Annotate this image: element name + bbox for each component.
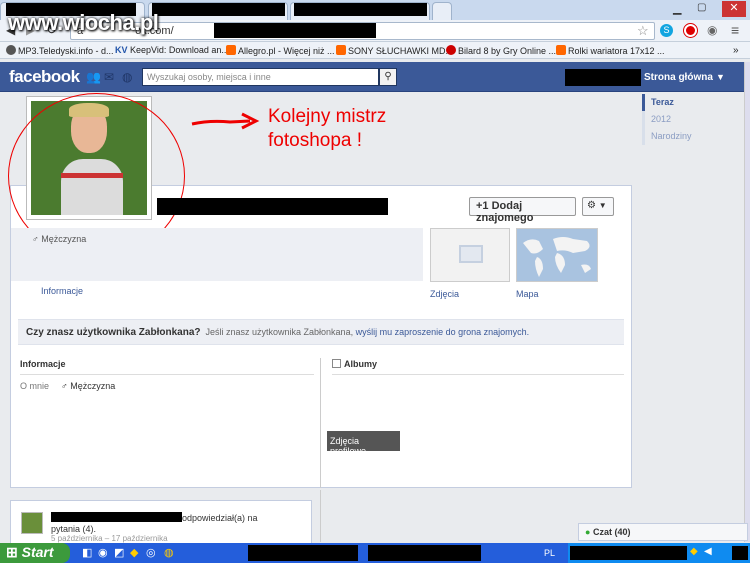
redacted-clock: [732, 546, 748, 560]
quicklaunch-icon[interactable]: ◧: [82, 546, 92, 559]
bookmarks-bar: MP3.Teledyski.info - d... KV KeepVid: Do…: [0, 42, 750, 59]
bookmark-item[interactable]: MP3.Teledyski.info - d...: [6, 45, 114, 56]
settings-gear-button[interactable]: ⚙ ▼: [582, 197, 614, 216]
chat-status-icon: ●: [585, 527, 591, 537]
allegro-icon: [226, 45, 236, 55]
watermark: www.wiocha.pl: [8, 10, 159, 35]
allegro-icon: [336, 45, 346, 55]
info-section-header: Informacje: [20, 359, 314, 375]
annotation-arrow: [191, 112, 260, 130]
new-tab-button[interactable]: [432, 2, 452, 20]
quicklaunch-icon[interactable]: ◆: [130, 546, 138, 559]
timeline-spine: [320, 490, 321, 542]
chrome-icon[interactable]: ◍: [164, 546, 174, 559]
gear-icon: ⚙: [587, 200, 596, 211]
albums-section-header: Albumy: [332, 359, 624, 375]
ball-icon: [446, 45, 456, 55]
photos-icon: [459, 245, 483, 263]
chevron-down-icon: ▼: [598, 201, 607, 210]
about-label: O mnie: [20, 381, 50, 391]
redacted-taskbar-item[interactable]: [248, 545, 358, 561]
music-icon: [6, 45, 16, 55]
info-link[interactable]: Informacje: [41, 286, 83, 296]
know-user-banner: Czy znasz użytkownika Zabłonkana? Jeśli …: [18, 319, 624, 345]
redacted-taskbar-item[interactable]: [368, 545, 481, 561]
post-avatar[interactable]: [21, 512, 43, 534]
redacted-username: [565, 69, 641, 86]
bookmark-item[interactable]: Rolki wariatora 17x12 ...: [556, 45, 665, 56]
tray-icon[interactable]: ◆: [690, 546, 698, 557]
timeline-nav-item[interactable]: Narodziny: [645, 128, 702, 145]
skype-icon[interactable]: S: [660, 24, 673, 37]
messages-icon[interactable]: ✉: [104, 70, 114, 84]
column-divider: [320, 358, 321, 488]
friend-requests-icon[interactable]: 👥: [86, 70, 101, 84]
language-indicator[interactable]: PL: [544, 548, 555, 558]
about-value: ♂ Mężczyzna: [61, 381, 116, 391]
map-link[interactable]: Mapa: [516, 289, 539, 299]
account-menu-icon[interactable]: ▼: [716, 72, 725, 82]
home-link[interactable]: Strona główna: [644, 72, 713, 83]
more-bookmarks-icon[interactable]: »: [733, 45, 739, 56]
chat-button[interactable]: ● Czat (40): [578, 523, 748, 541]
notifications-icon[interactable]: ◍: [122, 70, 132, 84]
post-text: odpowiedział(a) na pytania (4).: [51, 513, 258, 534]
volume-icon[interactable]: ◀: [704, 546, 712, 557]
search-icon[interactable]: ⚲: [379, 68, 397, 86]
gender-text: ♂ Mężczyzna: [32, 234, 87, 244]
windows-logo-icon: ⊞: [6, 544, 18, 560]
eye-icon[interactable]: ◉: [707, 23, 717, 37]
timeline-nav: Teraz 2012 Narodziny: [642, 94, 702, 145]
allegro-icon: [556, 45, 566, 55]
timeline-nav-item[interactable]: Teraz: [642, 94, 702, 111]
invite-link[interactable]: wyślij mu zaproszenie do grona znajomych…: [356, 327, 530, 337]
quicklaunch-icon[interactable]: ◉: [98, 546, 108, 559]
photos-thumb[interactable]: [430, 228, 510, 282]
close-window-icon[interactable]: ✕: [722, 1, 746, 17]
facebook-logo[interactable]: facebook: [9, 67, 80, 87]
map-thumb[interactable]: [516, 228, 598, 282]
start-button[interactable]: ⊞ Start: [0, 543, 70, 563]
redacted-tab-title: [294, 3, 427, 16]
redacted-tab-title: [152, 3, 285, 16]
quicklaunch-icon[interactable]: ◩: [114, 546, 124, 559]
redacted-tray: [570, 546, 687, 560]
kv-logo: KV: [115, 45, 128, 55]
annotation-text: Kolejny mistrz fotoshopa !: [268, 106, 387, 151]
maximize-icon[interactable]: ▢: [697, 2, 706, 13]
menu-icon[interactable]: ≡: [731, 22, 739, 38]
adblock-icon[interactable]: [683, 23, 698, 38]
timeline-nav-item[interactable]: 2012: [645, 111, 702, 128]
post-date: 5 października – 17 października: [51, 534, 168, 543]
album-icon: [332, 359, 341, 368]
world-map-icon: [523, 237, 591, 277]
male-icon: ♂: [32, 234, 39, 244]
search-input[interactable]: Wyszukaj osoby, miejsca i inne: [142, 68, 379, 86]
bookmark-item[interactable]: SONY SŁUCHAWKI MD...: [336, 45, 453, 56]
quicklaunch-icon[interactable]: ◎: [146, 546, 156, 559]
profile-photos-album[interactable]: Zdjęcia profilowe: [327, 431, 400, 456]
redacted-profile-name: [157, 198, 388, 215]
redacted-url: [214, 23, 376, 38]
male-icon: ♂: [61, 381, 68, 391]
star-icon[interactable]: ☆: [637, 23, 649, 39]
bookmark-item[interactable]: Allegro.pl - Więcej niż ...: [226, 45, 335, 56]
bookmark-item[interactable]: Bilard 8 by Gry Online ...: [446, 45, 556, 56]
page-scrollbar[interactable]: [744, 62, 750, 542]
add-friend-button[interactable]: +1 Dodaj znajomego: [469, 197, 576, 224]
add-friend-icon: +1: [476, 200, 489, 212]
minimize-icon[interactable]: ▁: [673, 2, 681, 15]
bookmark-item[interactable]: KV KeepVid: Download an...: [115, 45, 229, 55]
photos-link[interactable]: Zdjęcia: [430, 289, 459, 299]
